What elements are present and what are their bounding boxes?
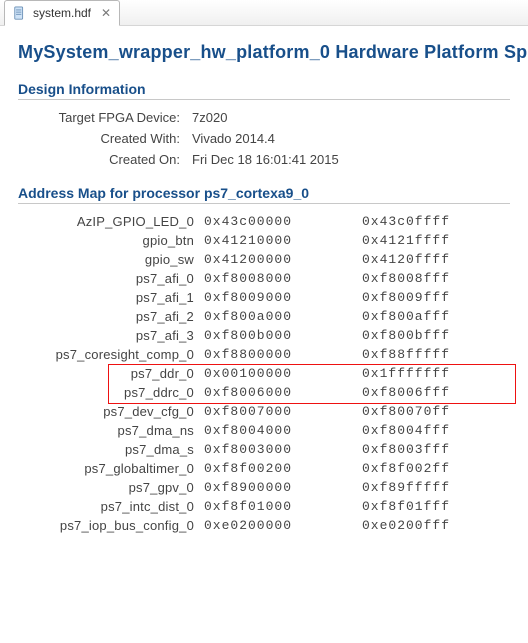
addr-row-name: ps7_afi_3: [18, 328, 194, 343]
tab-system-hdf[interactable]: system.hdf ✕: [4, 0, 120, 26]
addr-row-start: 0x41210000: [204, 233, 352, 248]
addr-row-end: 0xf89fffff: [362, 480, 510, 495]
addr-row-end: 0xf8f01fff: [362, 499, 510, 514]
page-title: MySystem_wrapper_hw_platform_0 Hardware …: [18, 42, 510, 63]
addr-row-start: 0x41200000: [204, 252, 352, 267]
addr-row-name: ps7_afi_0: [18, 271, 194, 286]
addr-row-end: 0x4120ffff: [362, 252, 510, 267]
info-label: Target FPGA Device:: [20, 110, 180, 125]
addr-row-start: 0xe0200000: [204, 518, 352, 533]
addr-row-name: ps7_dma_s: [18, 442, 194, 457]
info-label: Created With:: [20, 131, 180, 146]
addr-row-start: 0xf8004000: [204, 423, 352, 438]
divider: [18, 203, 510, 204]
design-info-grid: Target FPGA Device: 7z020 Created With: Viv…: [20, 110, 510, 167]
addr-row-end: 0xf8003fff: [362, 442, 510, 457]
info-label: Created On:: [20, 152, 180, 167]
addr-row-start: 0xf8008000: [204, 271, 352, 286]
addr-row-name: AzIP_GPIO_LED_0: [18, 214, 194, 229]
addr-row-end: 0xf8009fff: [362, 290, 510, 305]
addr-row-end: 0xe0200fff: [362, 518, 510, 533]
addr-row-name: ps7_afi_1: [18, 290, 194, 305]
info-value: Fri Dec 18 16:01:41 2015: [192, 152, 510, 167]
tab-bar: system.hdf ✕: [0, 0, 528, 26]
addr-row-end: 0xf8006fff: [362, 385, 510, 400]
address-map-list: AzIP_GPIO_LED_0 0x43c00000 0x43c0ffff gpio_…: [18, 214, 510, 533]
content-area: MySystem_wrapper_hw_platform_0 Hardware …: [0, 26, 528, 643]
addr-row-start: 0xf8800000: [204, 347, 352, 362]
addr-row-name: ps7_gpv_0: [18, 480, 194, 495]
addr-row-start: 0x00100000: [204, 366, 352, 381]
addr-row-end: 0xf8008fff: [362, 271, 510, 286]
addr-row-name: ps7_ddrc_0: [18, 385, 194, 400]
addr-row-start: 0xf8003000: [204, 442, 352, 457]
info-value: 7z020: [192, 110, 510, 125]
addr-row-end: 0x1fffffff: [362, 366, 510, 381]
info-value: Vivado 2014.4: [192, 131, 510, 146]
divider: [18, 99, 510, 100]
addr-row-end: 0x4121ffff: [362, 233, 510, 248]
addr-row-name: ps7_iop_bus_config_0: [18, 518, 194, 533]
addr-row-name: ps7_dev_cfg_0: [18, 404, 194, 419]
addr-row-start: 0xf800a000: [204, 309, 352, 324]
close-icon[interactable]: ✕: [101, 6, 111, 20]
addr-row-name: ps7_ddr_0: [18, 366, 194, 381]
addr-row-start: 0xf8900000: [204, 480, 352, 495]
tab-label: system.hdf: [33, 6, 91, 20]
addr-row-end: 0xf80070ff: [362, 404, 510, 419]
addr-row-start: 0xf800b000: [204, 328, 352, 343]
addr-row-name: gpio_sw: [18, 252, 194, 267]
addr-row-name: gpio_btn: [18, 233, 194, 248]
addr-row-name: ps7_dma_ns: [18, 423, 194, 438]
addr-row-name: ps7_afi_2: [18, 309, 194, 324]
addr-row-end: 0xf8f002ff: [362, 461, 510, 476]
addr-row-end: 0xf800bfff: [362, 328, 510, 343]
addr-row-end: 0xf8004fff: [362, 423, 510, 438]
design-info-heading: Design Information: [18, 81, 510, 97]
addr-row-end: 0xf800afff: [362, 309, 510, 324]
addr-row-start: 0xf8f01000: [204, 499, 352, 514]
addr-row-name: ps7_coresight_comp_0: [18, 347, 194, 362]
addr-row-end: 0x43c0ffff: [362, 214, 510, 229]
address-map-heading: Address Map for processor ps7_cortexa9_0: [18, 185, 510, 201]
addr-row-end: 0xf88fffff: [362, 347, 510, 362]
addr-row-start: 0xf8007000: [204, 404, 352, 419]
addr-row-name: ps7_intc_dist_0: [18, 499, 194, 514]
addr-row-start: 0xf8009000: [204, 290, 352, 305]
addr-row-start: 0x43c00000: [204, 214, 352, 229]
addr-row-start: 0xf8006000: [204, 385, 352, 400]
addr-row-name: ps7_globaltimer_0: [18, 461, 194, 476]
addr-row-start: 0xf8f00200: [204, 461, 352, 476]
file-icon: [13, 6, 27, 20]
